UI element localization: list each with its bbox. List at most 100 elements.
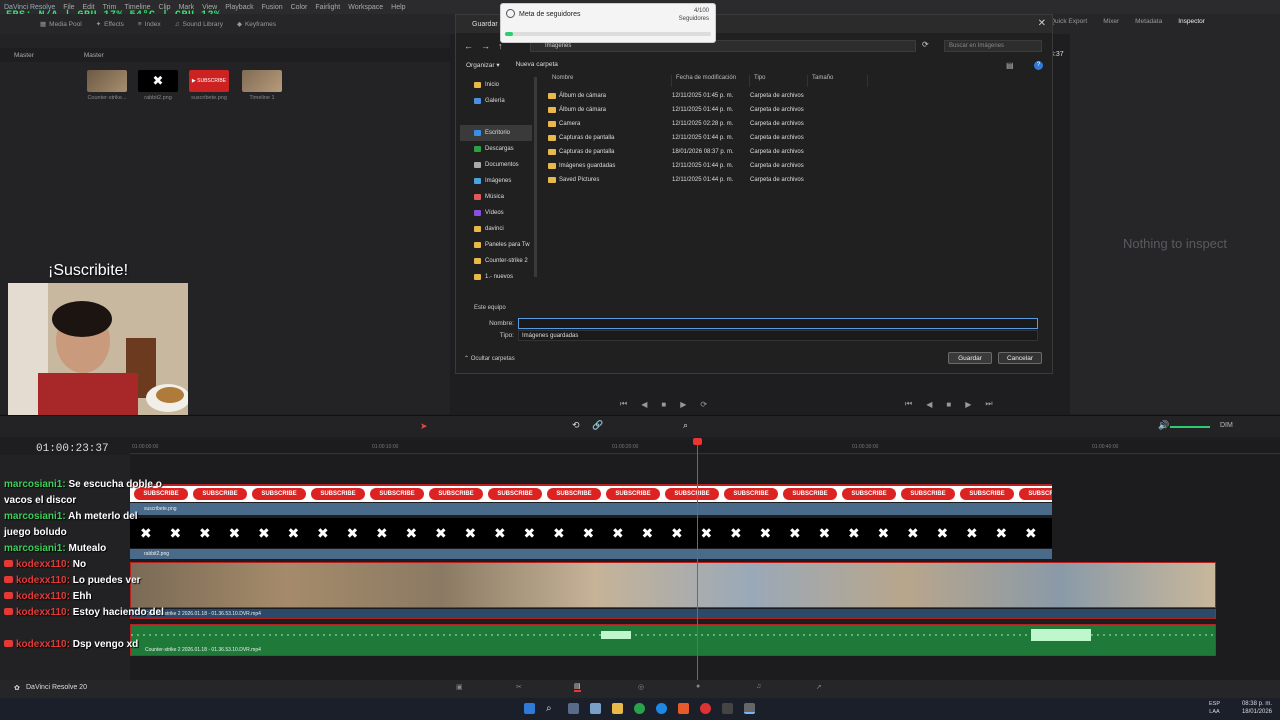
save-button[interactable]: Guardar: [948, 352, 992, 364]
file-row[interactable]: Saved Pictures 12/11/2025 01:44 p. m. Carp…: [548, 173, 888, 187]
step-back-icon[interactable]: ◀: [641, 400, 647, 409]
nav-item-11[interactable]: 1.- nuevos: [460, 269, 532, 285]
play-icon[interactable]: ▶: [680, 400, 686, 409]
dim-button[interactable]: DIM: [1220, 422, 1233, 429]
menu-item-fusion[interactable]: Fusion: [262, 4, 283, 11]
menu-item-playback[interactable]: Playback: [225, 4, 253, 11]
nav-this-pc[interactable]: Este equipo: [460, 305, 506, 311]
nav-item-7[interactable]: Vídeos: [460, 205, 532, 221]
refresh-icon[interactable]: ⟳: [922, 40, 929, 49]
nav-item-8[interactable]: davinci: [460, 221, 532, 237]
metadata-button[interactable]: Metadata: [1135, 18, 1162, 25]
menu-item-workspace[interactable]: Workspace: [348, 4, 383, 11]
search-input[interactable]: Buscar en Imágenes: [944, 40, 1042, 52]
clip-audio[interactable]: Counter-strike 2 2026.01.18 - 01.36.53.1…: [130, 624, 1217, 656]
cancel-button[interactable]: Cancelar: [998, 352, 1042, 364]
play-icon-2[interactable]: ▶: [965, 400, 971, 409]
stop-icon[interactable]: ■: [661, 400, 666, 409]
col-date[interactable]: Fecha de modificación: [672, 75, 750, 87]
select-tool-icon[interactable]: ➤: [420, 421, 428, 432]
sound-library-button[interactable]: ♫ Sound Library: [175, 21, 223, 28]
mixer-button[interactable]: Mixer: [1103, 18, 1119, 25]
zoom-icon[interactable]: ⌕: [683, 420, 688, 431]
chrome-icon[interactable]: [700, 703, 711, 714]
nav-item-6[interactable]: Música: [460, 189, 532, 205]
nav-item-2[interactable]: Escritorio: [460, 125, 532, 141]
timeline-ruler[interactable]: 01:00:00:00 01:00:10:00 01:00:20:00 01:00:3…: [130, 440, 1280, 454]
edge-icon[interactable]: [656, 703, 667, 714]
page-fairlight-icon[interactable]: ♫: [756, 683, 761, 690]
nav-scrollbar[interactable]: [534, 77, 537, 277]
explorer-icon[interactable]: [612, 703, 623, 714]
col-type[interactable]: Tipo: [750, 75, 808, 87]
nav-item-9[interactable]: Paneles para Tw: [460, 237, 532, 253]
loop-icon[interactable]: ⟳: [700, 400, 707, 409]
clip-video[interactable]: [130, 562, 1216, 608]
brave-icon[interactable]: [678, 703, 689, 714]
stop-icon-2[interactable]: ■: [946, 400, 951, 409]
menu-item-color[interactable]: Color: [291, 4, 308, 11]
file-row[interactable]: Álbum de cámara 12/11/2025 01:45 p. m. Car…: [548, 89, 888, 103]
nav-item-5[interactable]: Imágenes: [460, 173, 532, 189]
file-row[interactable]: Álbum de cámara 12/11/2025 01:44 p. m. Car…: [548, 103, 888, 117]
media-thumb-subscribe[interactable]: ▶ SUBSCRIBE: [189, 70, 229, 92]
effects-button[interactable]: ✦ Effects: [96, 20, 124, 29]
bin-master-right[interactable]: Master: [84, 52, 104, 59]
nav-item-4[interactable]: Documentos: [460, 157, 532, 173]
nav-item-3[interactable]: Descargas: [460, 141, 532, 157]
index-button[interactable]: ≡ Index: [138, 21, 161, 28]
media-thumb-counterstrike[interactable]: [87, 70, 127, 92]
media-pool-button[interactable]: ▦ Media Pool: [40, 20, 82, 29]
inspector-button[interactable]: Inspector: [1178, 18, 1205, 25]
menu-item-help[interactable]: Help: [391, 4, 405, 11]
nav-item-0[interactable]: Inicio: [460, 77, 532, 93]
search-icon[interactable]: ⌕: [546, 703, 557, 714]
page-deliver-icon[interactable]: ➚: [816, 683, 822, 691]
system-clock[interactable]: 08:38 p. m. 18/01/2026: [1242, 700, 1272, 716]
bin-master-left[interactable]: Master: [14, 52, 34, 59]
filetype-select[interactable]: Imágenes guardadas: [518, 329, 1038, 341]
skip-end-icon[interactable]: ⏭: [985, 399, 992, 409]
speaker-icon[interactable]: 🔊: [1158, 420, 1169, 431]
nav-item-1[interactable]: Galería: [460, 93, 532, 109]
media-thumb-timeline[interactable]: [242, 70, 282, 92]
hide-folders-toggle[interactable]: ⌃ Ocultar carpetas: [464, 355, 515, 362]
organize-button[interactable]: Organizar ▾: [466, 61, 500, 69]
new-folder-button[interactable]: Nueva carpeta: [516, 61, 558, 69]
forward-arrow-icon[interactable]: →: [481, 41, 490, 51]
col-size[interactable]: Tamaño: [808, 75, 868, 87]
back-arrow-icon[interactable]: ←: [464, 41, 473, 51]
keyframes-button[interactable]: ◆ Keyframes: [237, 20, 276, 29]
clip-rabbit[interactable]: ✖ ✖ ✖ ✖ ✖ ✖ ✖ ✖ ✖ ✖ ✖ ✖ ✖ ✖ ✖ ✖ ✖ ✖ ✖ ✖ ✖ ✖ ✖ ✖ ✖ ✖ ✖ ✖ ✖ ✖ ✖: [130, 518, 1052, 548]
playhead[interactable]: [697, 440, 698, 680]
davinci-icon[interactable]: [722, 703, 733, 714]
page-cut-icon[interactable]: ✂: [516, 683, 522, 691]
skip-start-icon[interactable]: ⏮: [620, 399, 627, 409]
nav-item-10[interactable]: Counter-strike 2: [460, 253, 532, 269]
language-indicator[interactable]: ESP LAA: [1209, 700, 1220, 716]
clip-subscribe[interactable]: SUBSCRIBE SUBSCRIBE SUBSCRIBE SUBSCRIBE SUBS…: [130, 484, 1052, 502]
page-color-icon[interactable]: ●: [696, 683, 700, 690]
windows-start-icon[interactable]: [524, 703, 535, 714]
menu-item-fairlight[interactable]: Fairlight: [315, 4, 340, 11]
files-icon[interactable]: [590, 703, 601, 714]
close-icon[interactable]: ✕: [1038, 18, 1046, 29]
playhead-handle[interactable]: [693, 438, 702, 445]
quick-export-button[interactable]: Quick Export: [1050, 18, 1087, 25]
skip-start-icon-2[interactable]: ⏮: [905, 399, 912, 409]
link-icon[interactable]: 🔗: [592, 420, 603, 431]
file-row[interactable]: Capturas de pantalla 12/11/2025 01:44 p. …: [548, 131, 888, 145]
volume-slider[interactable]: [1170, 426, 1210, 428]
view-options-icon[interactable]: ▤: [1006, 61, 1014, 70]
media-thumb-rabbit[interactable]: ✖: [138, 70, 178, 92]
col-name[interactable]: Nombre: [548, 75, 672, 87]
file-row[interactable]: Imágenes guardadas 12/11/2025 01:44 p. m.…: [548, 159, 888, 173]
page-media-icon[interactable]: ▣: [456, 683, 463, 691]
file-row[interactable]: Capturas de pantalla 18/01/2026 08:37 p. …: [548, 145, 888, 159]
whatsapp-icon[interactable]: [634, 703, 645, 714]
resolve-taskbar-icon[interactable]: [744, 703, 755, 714]
page-fusion-icon[interactable]: ◎: [638, 683, 644, 691]
help-icon[interactable]: ?: [1034, 61, 1043, 70]
page-edit-icon[interactable]: ▤: [574, 682, 581, 692]
snap-icon[interactable]: ⟲: [572, 420, 580, 431]
